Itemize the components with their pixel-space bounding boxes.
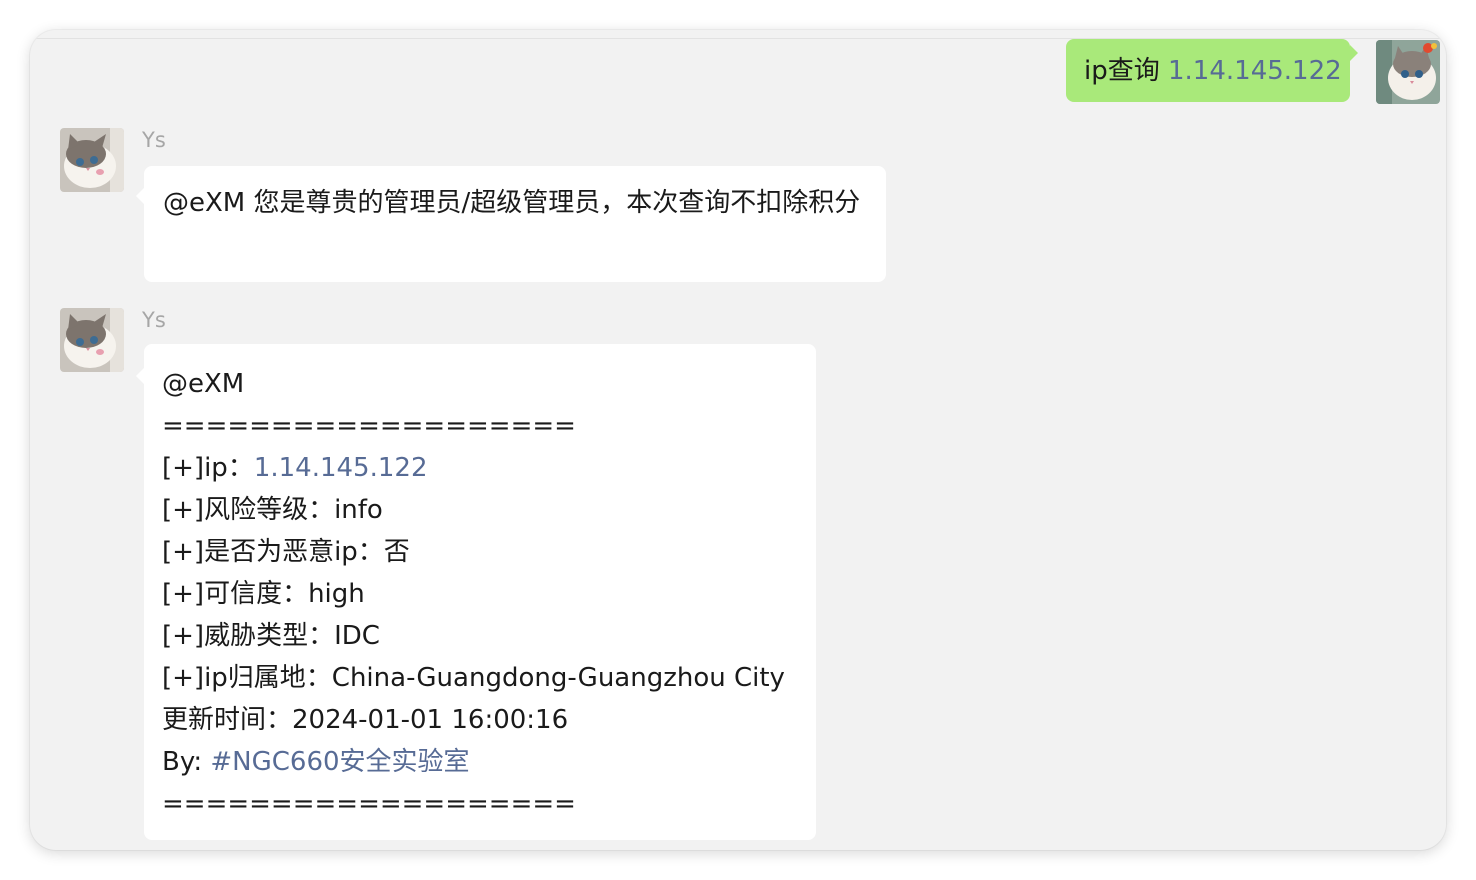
- outgoing-message-bubble[interactable]: ip查询 1.14.145.122: [1066, 39, 1350, 102]
- sender-avatar[interactable]: [60, 128, 124, 192]
- incoming-bubble-tail: [136, 188, 144, 204]
- incoming-bubble-tail: [136, 368, 144, 384]
- report-by-label: By:: [162, 747, 211, 777]
- sender-name: Ys: [142, 128, 166, 152]
- chat-window: ip查询 1.14.145.122 Ys @eXM 您是尊贵的管理员/超级管理员…: [30, 30, 1446, 850]
- outgoing-bubble-tail: [1350, 45, 1358, 61]
- separator: ===================: [162, 411, 576, 441]
- report-ip-link[interactable]: 1.14.145.122: [254, 453, 428, 483]
- report-confidence: [+]可信度：high: [162, 579, 365, 609]
- hashtag-link[interactable]: #NGC660安全实验室: [210, 747, 469, 777]
- sender-name: Ys: [142, 308, 166, 332]
- outgoing-message-text: ip查询: [1084, 56, 1168, 86]
- cat-avatar-icon: [60, 308, 124, 372]
- report-risk-level: [+]风险等级：info: [162, 495, 383, 525]
- cat-avatar-icon: [1376, 40, 1440, 104]
- report-updated-time: 更新时间：2024-01-01 16:00:16: [162, 705, 569, 735]
- incoming-message-text: @eXM 您是尊贵的管理员/超级管理员，本次查询不扣除积分: [163, 188, 861, 218]
- report-threat-type: [+]威胁类型：IDC: [162, 621, 380, 651]
- incoming-message-bubble[interactable]: @eXM 您是尊贵的管理员/超级管理员，本次查询不扣除积分: [144, 166, 886, 282]
- report-malicious: [+]是否为恶意ip：否: [162, 537, 410, 567]
- my-avatar[interactable]: [1376, 40, 1440, 104]
- ip-report-bubble[interactable]: @eXM =================== [+]ip：1.14.145.…: [144, 344, 816, 840]
- report-location: [+]ip归属地：China-Guangdong-Guangzhou City: [162, 663, 785, 693]
- separator-end: ===================: [162, 789, 576, 819]
- cat-avatar-icon: [60, 128, 124, 192]
- report-ip-label: [+]ip：: [162, 453, 254, 483]
- sender-avatar[interactable]: [60, 308, 124, 372]
- ip-link[interactable]: 1.14.145.122: [1168, 56, 1342, 86]
- mention: @eXM: [162, 369, 245, 399]
- report-by-line: By: #NGC660安全实验室: [162, 741, 816, 783]
- report-ip-line: [+]ip：1.14.145.122: [162, 447, 816, 489]
